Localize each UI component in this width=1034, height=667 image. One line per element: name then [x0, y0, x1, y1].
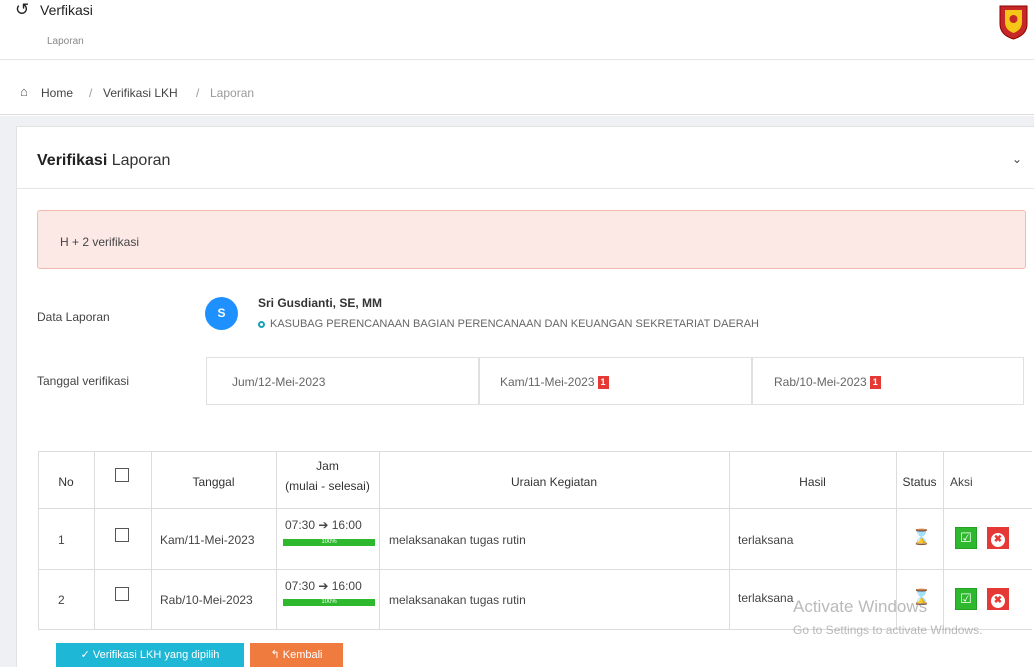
- person-name: Sri Gusdianti, SE, MM: [258, 296, 383, 310]
- header-uraian: Uraian Kegiatan: [510, 475, 598, 489]
- row-uraian: melaksanakan tugas rutin: [389, 533, 526, 547]
- card-title: Verifikasi Laporan: [37, 152, 171, 169]
- close-icon: ✖: [991, 533, 1005, 547]
- table-border: [94, 451, 95, 630]
- date-option-3[interactable]: Rab/10-Mei-2023 1: [752, 357, 1024, 405]
- close-icon: ✖: [991, 594, 1005, 608]
- row-no: 1: [58, 533, 65, 547]
- header-tanggal: Tanggal: [192, 475, 235, 489]
- progress-bar: 100%: [283, 599, 375, 606]
- header-jam: Jam: [316, 459, 339, 473]
- tanggal-verifikasi-label: Tanggal verifikasi: [37, 374, 130, 388]
- activation-watermark: Activate Windows: [793, 597, 928, 616]
- progress-fill: 100%: [283, 599, 375, 606]
- avatar: S: [205, 297, 238, 330]
- breadcrumb-verifikasi-lkh[interactable]: Verifikasi LKH: [103, 86, 178, 100]
- row-jam: 07:30 ➔ 16:00: [285, 518, 362, 532]
- date-option-2[interactable]: Kam/11-Mei-2023 1: [479, 357, 752, 405]
- person-role: KASUBAG PERENCANAAN BAGIAN PERENCANAAN D…: [258, 318, 759, 330]
- header-aksi: Aksi: [950, 475, 973, 489]
- back-button[interactable]: ↰ Kembali: [250, 643, 343, 667]
- back-arrow-icon[interactable]: ↺: [15, 1, 29, 18]
- breadcrumb-home[interactable]: Home: [41, 86, 73, 100]
- row-hasil: terlaksana: [738, 533, 794, 547]
- table-border: [276, 451, 277, 630]
- row-tanggal: Kam/11-Mei-2023: [160, 533, 255, 547]
- row-checkbox[interactable]: [115, 528, 129, 542]
- emblem-logo-icon: [999, 5, 1028, 40]
- data-laporan-label: Data Laporan: [37, 310, 110, 324]
- reject-button[interactable]: ✖: [987, 527, 1009, 549]
- approve-button[interactable]: ☑: [955, 527, 977, 549]
- date-option-label: Kam/11-Mei-2023 1: [500, 375, 609, 390]
- activation-watermark-hint: Go to Settings to activate Windows.: [793, 623, 983, 637]
- reject-button[interactable]: ✖: [987, 588, 1009, 610]
- row-no: 2: [58, 593, 65, 607]
- header-no: No: [58, 475, 74, 489]
- header-jam-range: (mulai - selesai): [285, 479, 370, 493]
- progress-fill: 100%: [283, 539, 375, 546]
- progress-bar: 100%: [283, 539, 375, 546]
- row-checkbox[interactable]: [115, 587, 129, 601]
- breadcrumb-separator: /: [196, 86, 200, 100]
- hourglass-icon: ⌛: [912, 529, 931, 546]
- divider: [17, 188, 1034, 189]
- breadcrumb-current: Laporan: [210, 86, 255, 100]
- row-jam: 07:30 ➔ 16:00: [285, 579, 362, 593]
- count-badge: 1: [597, 376, 609, 390]
- verify-selected-button[interactable]: ✓ Verifikasi LKH yang dipilih: [56, 643, 244, 667]
- approve-button[interactable]: ☑: [955, 588, 977, 610]
- page-subtitle: Laporan: [47, 36, 84, 47]
- row-hasil: terlaksana: [738, 591, 794, 605]
- date-option-label: Jum/12-Mei-2023: [232, 375, 326, 389]
- row-uraian: melaksanakan tugas rutin: [389, 593, 526, 607]
- circle-icon: [258, 320, 265, 328]
- date-option-1[interactable]: Jum/12-Mei-2023: [206, 357, 479, 405]
- count-badge: 1: [869, 376, 881, 390]
- page-title: Verfikasi: [40, 2, 93, 18]
- row-tanggal: Rab/10-Mei-2023: [160, 593, 253, 607]
- breadcrumb-separator: /: [89, 86, 93, 100]
- top-bar: ↺ Verfikasi Laporan: [0, 0, 1034, 60]
- alert-text: H + 2 verifikasi: [60, 235, 140, 249]
- header-hasil: Hasil: [799, 475, 826, 489]
- chevron-down-icon[interactable]: ⌄: [1012, 152, 1022, 166]
- header-status: Status: [902, 475, 937, 489]
- select-all-checkbox[interactable]: [115, 468, 129, 482]
- alert-banner: H + 2 verifikasi: [37, 210, 1026, 269]
- breadcrumb: ⌂ Home / Verifikasi LKH / Laporan: [0, 61, 1034, 115]
- date-option-label: Rab/10-Mei-2023 1: [774, 375, 881, 390]
- table-border: [943, 451, 944, 630]
- home-icon[interactable]: ⌂: [20, 84, 28, 99]
